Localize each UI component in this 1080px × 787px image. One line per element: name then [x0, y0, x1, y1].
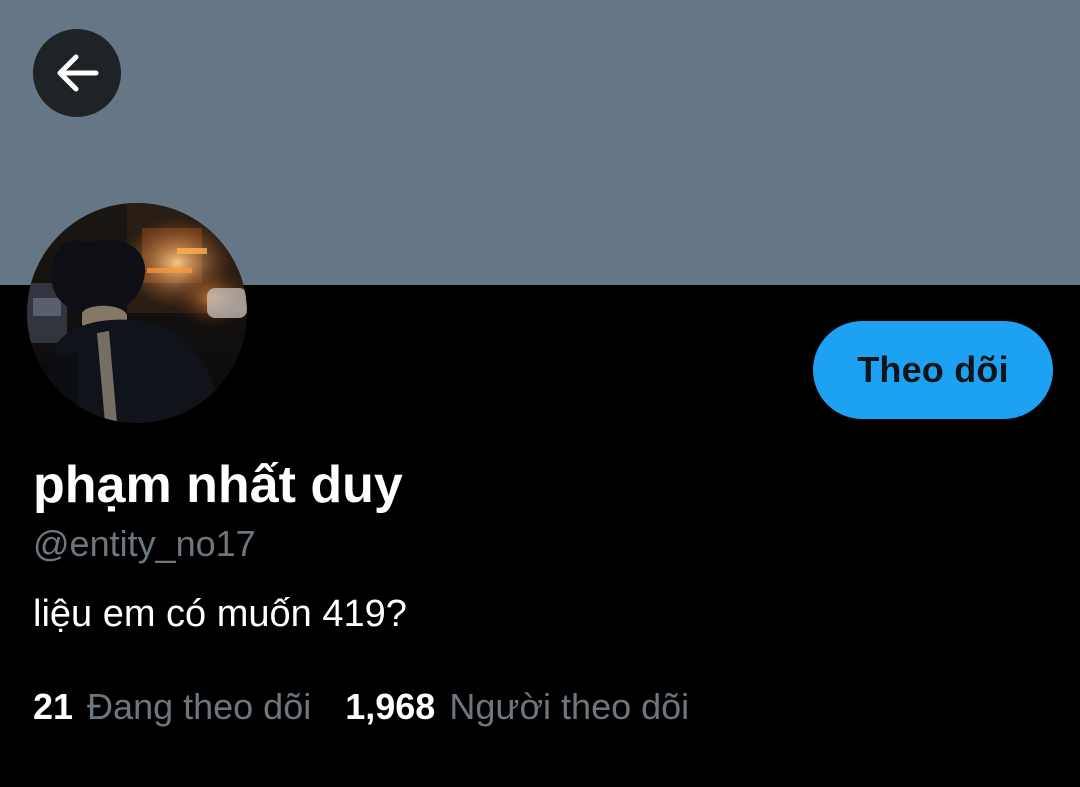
followers-count: 1,968	[345, 686, 436, 727]
profile-bio: liệu em có muốn 419?	[33, 593, 407, 635]
profile-screen: Theo dõi phạm nhất duy @entity_no17 liệu…	[0, 0, 1080, 787]
following-stat[interactable]: 21 Đang theo dõi	[33, 684, 311, 730]
profile-display-name: phạm nhất duy	[33, 456, 403, 514]
follow-button[interactable]: Theo dõi	[813, 321, 1053, 419]
followers-stat[interactable]: 1,968 Người theo dõi	[345, 684, 689, 730]
avatar[interactable]	[27, 203, 247, 423]
profile-handle: @entity_no17	[33, 523, 256, 564]
followers-label: Người theo dõi	[449, 686, 690, 727]
back-button[interactable]	[33, 29, 121, 117]
profile-stats: 21 Đang theo dõi 1,968 Người theo dõi	[33, 684, 689, 730]
following-label: Đang theo dõi	[87, 686, 312, 727]
following-count: 21	[33, 686, 74, 727]
arrow-left-icon	[54, 53, 100, 93]
